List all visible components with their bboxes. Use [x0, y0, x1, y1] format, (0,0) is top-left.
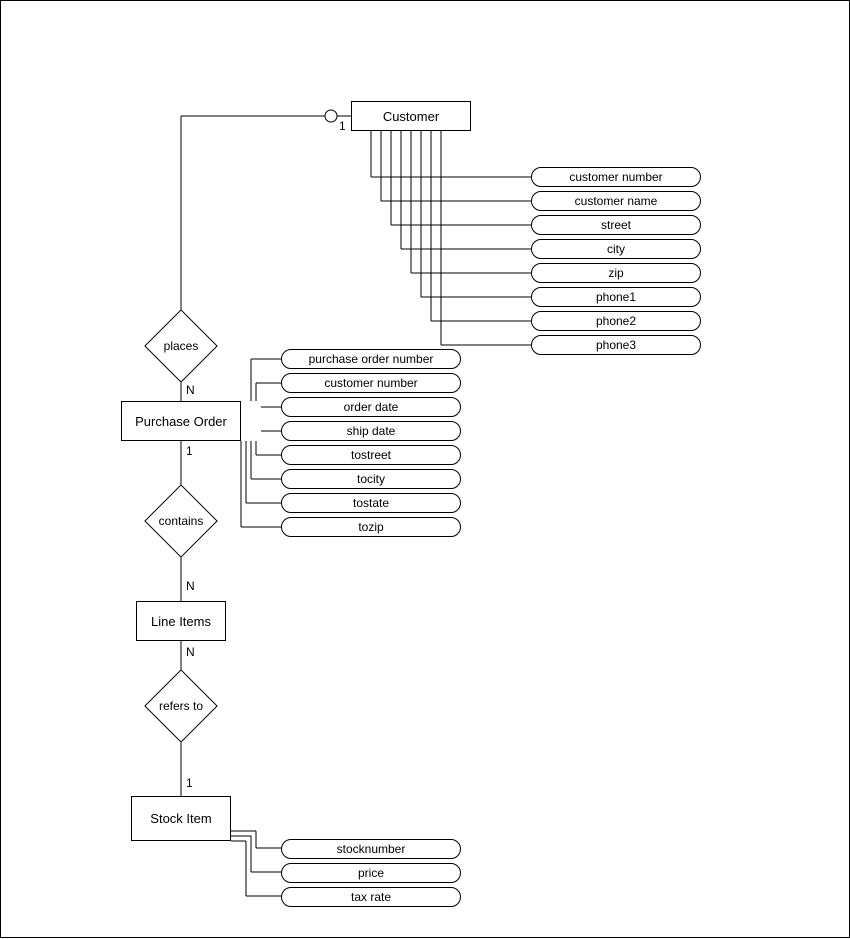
cardinality-contains-li: N: [186, 579, 195, 593]
relationship-refers-to-label: refers to: [146, 671, 216, 741]
attr-ship-date: ship date: [281, 421, 461, 441]
relationship-refers-to: refers to: [146, 671, 216, 741]
attr-customer-name: customer name: [531, 191, 701, 211]
attr-tostreet: tostreet: [281, 445, 461, 465]
attr-phone2: phone2: [531, 311, 701, 331]
attr-price: price: [281, 863, 461, 883]
attr-phone3: phone3: [531, 335, 701, 355]
attr-customer-number: customer number: [531, 167, 701, 187]
entity-stock-item: Stock Item: [131, 796, 231, 841]
attr-tocity: tocity: [281, 469, 461, 489]
attr-street: street: [531, 215, 701, 235]
attr-po-number: purchase order number: [281, 349, 461, 369]
cardinality-refers-si: 1: [186, 776, 193, 790]
attr-po-customer-number: customer number: [281, 373, 461, 393]
attr-phone1: phone1: [531, 287, 701, 307]
attr-tostate: tostate: [281, 493, 461, 513]
attr-city: city: [531, 239, 701, 259]
cardinality-li-refers: N: [186, 645, 195, 659]
attr-stocknumber: stocknumber: [281, 839, 461, 859]
entity-line-items: Line Items: [136, 601, 226, 641]
relationship-contains: contains: [146, 486, 216, 556]
relationship-places: places: [146, 311, 216, 381]
er-diagram: Customer Purchase Order Line Items Stock…: [0, 0, 850, 938]
attr-tozip: tozip: [281, 517, 461, 537]
cardinality-customer-places: 1: [339, 119, 346, 133]
entity-customer: Customer: [351, 101, 471, 131]
entity-purchase-order: Purchase Order: [121, 401, 241, 441]
attr-zip: zip: [531, 263, 701, 283]
attr-tax-rate: tax rate: [281, 887, 461, 907]
relationship-contains-label: contains: [146, 486, 216, 556]
attr-order-date: order date: [281, 397, 461, 417]
relationship-places-label: places: [146, 311, 216, 381]
cardinality-po-contains: 1: [186, 444, 193, 458]
cardinality-places-po: N: [186, 383, 195, 397]
